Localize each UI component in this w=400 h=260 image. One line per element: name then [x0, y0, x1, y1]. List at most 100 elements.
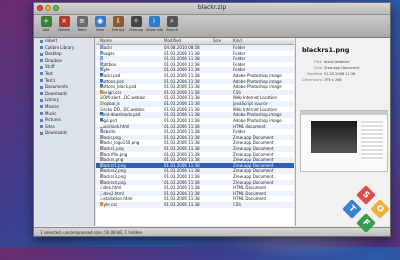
sidebar-item-label: Desktop — [45, 51, 62, 57]
column-kind[interactable]: Kind — [233, 38, 293, 44]
sidebar-item[interactable]: robert — [34, 38, 94, 45]
column-size[interactable]: Size — [213, 38, 229, 44]
sidebar-item-label: Downloads — [45, 130, 67, 136]
sidebar-item[interactable]: Calibre Library — [34, 45, 94, 52]
file-row[interactable]: style.css 01.03.2006 11:38 CSS — [96, 202, 294, 208]
toolbar-view-button[interactable]: ◉ View — [92, 16, 108, 36]
sidebar: robert Calibre Library Desktop Dropbox Stuff… — [34, 38, 95, 226]
file-rows: blackr 04.08.2010 08:58 Folder images 01.03.… — [96, 45, 294, 208]
toolbar-label: Delete — [58, 28, 70, 32]
column-modified[interactable]: Modified — [164, 38, 210, 44]
sidebar-item[interactable]: Sites — [34, 124, 94, 131]
folder-icon — [40, 105, 43, 109]
sidebar-item-label: Documents — [45, 84, 68, 90]
toolbar-label: Show Info — [146, 28, 164, 32]
file-icon — [100, 73, 103, 77]
thumbnail-titlebar — [301, 111, 387, 115]
folder-icon — [40, 72, 43, 76]
toolbar-add-button[interactable]: + Add — [38, 16, 54, 36]
sidebar-item[interactable]: Desktop — [34, 51, 94, 58]
sidebar-item[interactable]: Test — [34, 71, 94, 78]
sidebar-item-label: Test1 — [45, 77, 56, 83]
sidebar-item[interactable]: Dropbox — [34, 58, 94, 65]
sidebar-item[interactable]: Downloads — [34, 130, 94, 137]
file-icon — [100, 162, 103, 166]
table-icon: ≡ — [76, 16, 88, 27]
sidebar-item-label: Sites — [45, 123, 55, 129]
column-name[interactable]: Name — [100, 38, 160, 44]
folder-icon — [40, 131, 43, 135]
file-icon — [100, 196, 103, 200]
preview-info-row: Path blackr/website — [302, 60, 349, 64]
folder-icon — [100, 67, 103, 71]
preview-info-value: blackr/website — [324, 60, 350, 64]
folder-icon — [40, 52, 43, 56]
sidebar-item[interactable]: Stuff — [34, 64, 94, 71]
folder-icon — [40, 118, 43, 122]
toolbar-search-button[interactable]: ⌕ Search — [164, 16, 180, 36]
extract-icon: ⇩ — [112, 16, 124, 27]
toolbar-extract-button[interactable]: ⇩ Extract — [110, 16, 126, 36]
preview-info-row: Kind Zrew.app Document — [302, 66, 359, 70]
preview-info-key: Modified — [307, 72, 322, 76]
search-icon: ⌕ — [166, 16, 178, 27]
sidebar-item-label: Library — [45, 97, 59, 103]
folder-icon — [40, 125, 43, 129]
file-icon — [100, 123, 103, 127]
sidebar-item[interactable]: Pictures — [34, 117, 94, 124]
file-modified: 01.03.2006 11:38 — [164, 202, 200, 208]
file-icon — [100, 151, 103, 155]
column-header: Name Modified Size Kind — [96, 38, 294, 45]
sidebar-item-label: Pictures — [45, 117, 61, 123]
file-icon — [100, 117, 103, 121]
archive-window: blackr.zip + Add × Delete ≡ Table ◉ View ⇩ Extrac… — [33, 2, 391, 237]
preview-info-key: Path — [314, 60, 322, 64]
file-icon — [100, 190, 103, 194]
file-icon — [100, 78, 103, 82]
toolbar: + Add × Delete ≡ Table ◉ View ⇩ Extract ✧ Cleanup i S… — [34, 15, 390, 38]
file-icon — [100, 106, 103, 110]
toolbar-delete-button[interactable]: × Delete — [56, 16, 72, 36]
folder-icon — [100, 129, 103, 133]
file-icon — [100, 179, 103, 183]
title-bar: blackr.zip — [34, 3, 390, 15]
sidebar-item[interactable]: Movies — [34, 104, 94, 111]
preview-info-key: Kind — [314, 66, 322, 70]
info-icon: i — [148, 16, 160, 27]
toolbar-cleanup-button[interactable]: ✧ Cleanup — [128, 16, 144, 36]
folder-icon — [40, 112, 43, 116]
sidebar-item-label: Calibre Library — [45, 44, 75, 50]
sidebar-item-label: Test — [45, 70, 53, 76]
status-bar: 1 selected, uncompressed size: 50.08 kB,… — [34, 227, 390, 236]
sidebar-item[interactable]: Music — [34, 111, 94, 118]
toolbar-table-button[interactable]: ≡ Table — [74, 16, 90, 36]
sidebar-item-label: robert — [45, 38, 58, 43]
file-icon — [100, 112, 103, 116]
folder-icon — [100, 45, 103, 48]
file-icon — [100, 168, 103, 172]
sidebar-item[interactable]: Documents — [34, 84, 94, 91]
delete-icon: × — [58, 16, 70, 27]
preview-info-row: Dimensions 295 x 268 — [302, 78, 342, 82]
sidebar-item[interactable]: Test1 — [34, 78, 94, 85]
toolbar-show-info-button[interactable]: i Show Info — [146, 16, 164, 36]
sidebar-item[interactable]: Library — [34, 97, 94, 104]
file-kind: CSS — [233, 202, 241, 208]
toolbar-label: Extract — [111, 28, 125, 32]
toolbar-label: Cleanup — [128, 28, 144, 32]
folder-icon — [40, 98, 43, 102]
folder-icon — [40, 65, 43, 69]
watermark-logo: SOFT — [342, 185, 392, 234]
folder-icon — [100, 56, 103, 60]
sidebar-item[interactable]: Downloads — [34, 91, 94, 98]
toolbar-label: Search — [165, 28, 179, 32]
watermark-tile: F — [356, 213, 376, 233]
add-icon: + — [40, 16, 52, 27]
sidebar-item-label: Stuff — [45, 64, 55, 70]
file-list: Name Modified Size Kind blackr 04.08.2010… — [96, 38, 294, 226]
preview-info-value: Zrew.app Document — [324, 66, 360, 70]
folder-icon — [40, 59, 43, 63]
file-icon — [100, 185, 103, 189]
toolbar-label: Table — [77, 28, 87, 32]
view-icon: ◉ — [94, 16, 106, 27]
